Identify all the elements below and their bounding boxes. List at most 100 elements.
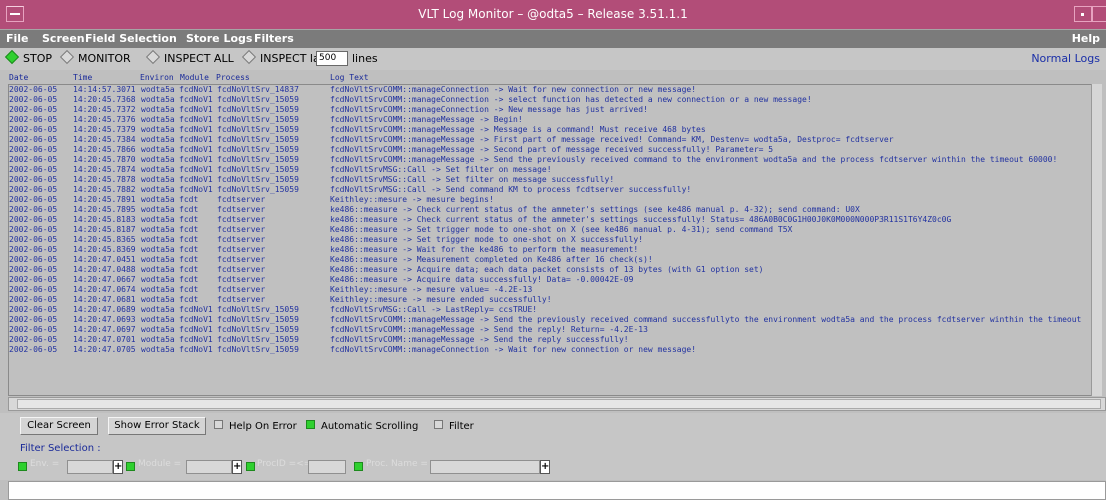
log-cell-env: wodta5a <box>141 315 175 324</box>
log-cell-text: fcdNoVltSrvMSG::Call -> Set filter on me… <box>330 175 615 184</box>
log-rows: 2002-06-05 14:14:57.3071 wodta5a fcdNoV1 fcd… <box>9 85 1097 355</box>
log-row[interactable]: 2002-06-05 14:20:47.0667 wodta5a fcdt fcdtse… <box>9 275 1097 285</box>
log-row[interactable]: 2002-06-05 14:20:45.7376 wodta5a fcdNoV1 fcd… <box>9 115 1097 125</box>
show-error-stack-button[interactable]: Show Error Stack <box>108 417 206 435</box>
log-cell-date: 2002-06-05 <box>9 85 58 94</box>
mode-monitor[interactable]: MONITOR <box>59 49 131 65</box>
log-cell-time: 14:20:45.7874 <box>73 165 136 174</box>
log-row[interactable]: 2002-06-05 14:20:47.0689 wodta5a fcdNoV1 fcd… <box>9 305 1097 315</box>
log-cell-date: 2002-06-05 <box>9 165 58 174</box>
log-cell-time: 14:20:47.0705 <box>73 345 136 354</box>
menu-field-selection[interactable]: Field Selection <box>85 32 177 45</box>
help-on-error-toggle[interactable]: Help On Error <box>214 420 297 432</box>
log-row[interactable]: 2002-06-05 14:14:57.3071 wodta5a fcdNoV1 fcd… <box>9 85 1097 95</box>
help-on-error-label: Help On Error <box>229 421 297 432</box>
log-row[interactable]: 2002-06-05 14:20:45.8365 wodta5a fcdt fcdtse… <box>9 235 1097 245</box>
log-row[interactable]: 2002-06-05 14:20:45.7891 wodta5a fcdt fcdtse… <box>9 195 1097 205</box>
log-cell-date: 2002-06-05 <box>9 105 58 114</box>
log-row[interactable]: 2002-06-05 14:20:45.7384 wodta5a fcdNoV1 fcd… <box>9 135 1097 145</box>
normal-logs-indicator: Normal Logs <box>1031 52 1100 65</box>
env-add-icon[interactable]: + <box>113 460 123 474</box>
log-cell-time: 14:20:45.7376 <box>73 115 136 124</box>
scrollbar-thumb[interactable] <box>17 399 1101 409</box>
log-list[interactable]: 2002-06-05 14:14:57.3071 wodta5a fcdNoV1 fcd… <box>8 84 1098 396</box>
module-filter-input[interactable] <box>186 460 232 474</box>
module-add-icon[interactable]: + <box>232 460 242 474</box>
log-cell-proc: fcdNoVltSrv_14837 <box>217 85 299 94</box>
env-filter-label: Env. = <box>30 459 60 469</box>
log-row[interactable]: 2002-06-05 14:20:47.0693 wodta5a fcdNoV1 fcd… <box>9 315 1097 325</box>
mode-stop[interactable]: STOP <box>4 49 52 65</box>
log-cell-time: 14:20:45.7372 <box>73 105 136 114</box>
module-filter-toggle[interactable] <box>126 462 135 471</box>
vertical-scrollbar[interactable] <box>1091 84 1102 396</box>
clear-screen-button[interactable]: Clear Screen <box>20 417 98 435</box>
log-row[interactable]: 2002-06-05 14:20:45.7882 wodta5a fcdNoV1 fcd… <box>9 185 1097 195</box>
maximize-icon[interactable] <box>1092 6 1106 22</box>
log-row[interactable]: 2002-06-05 14:20:47.0451 wodta5a fcdt fcdtse… <box>9 255 1097 265</box>
log-row[interactable]: 2002-06-05 14:20:45.8183 wodta5a fcdt fcdtse… <box>9 215 1097 225</box>
log-row[interactable]: 2002-06-05 14:20:45.7379 wodta5a fcdNoV1 fcd… <box>9 125 1097 135</box>
log-cell-text: ke486::measure -> Check current status o… <box>330 215 952 224</box>
log-cell-date: 2002-06-05 <box>9 265 58 274</box>
mode-inspect-all[interactable]: INSPECT ALL <box>145 49 234 65</box>
log-cell-env: wodta5a <box>141 285 175 294</box>
radio-icon <box>241 49 257 65</box>
log-cell-mod: fcdt <box>179 235 199 244</box>
mode-selector: STOP MONITOR INSPECT ALL INSPECT last 50… <box>0 48 1106 70</box>
log-row[interactable]: 2002-06-05 14:20:45.7866 wodta5a fcdNoV1 fcd… <box>9 145 1097 155</box>
log-row[interactable]: 2002-06-05 14:20:47.0701 wodta5a fcdNoV1 fcd… <box>9 335 1097 345</box>
control-panel: Clear Screen Show Error Stack Help On Er… <box>0 413 1106 480</box>
log-row[interactable]: 2002-06-05 14:20:47.0681 wodta5a fcdt fcdtse… <box>9 295 1097 305</box>
menu-help[interactable]: Help <box>1072 32 1100 45</box>
log-row[interactable]: 2002-06-05 14:20:45.7874 wodta5a fcdNoV1 fcd… <box>9 165 1097 175</box>
vlt-log-monitor-window: VLT Log Monitor – @odta5 – Release 3.51.… <box>0 0 1106 500</box>
log-cell-date: 2002-06-05 <box>9 335 58 344</box>
log-row[interactable]: 2002-06-05 14:20:45.7878 wodta5a fcdNoV1 fcd… <box>9 175 1097 185</box>
automatic-scrolling-toggle[interactable]: Automatic Scrolling <box>306 420 418 432</box>
procname-filter-toggle[interactable] <box>354 462 363 471</box>
log-row[interactable]: 2002-06-05 14:20:45.8369 wodta5a fcdt fcdtse… <box>9 245 1097 255</box>
log-cell-mod: fcdNoV1 <box>179 315 213 324</box>
log-cell-time: 14:20:45.7878 <box>73 175 136 184</box>
filter-toggle[interactable]: Filter <box>434 420 474 432</box>
log-row[interactable]: 2002-06-05 14:20:45.7372 wodta5a fcdNoV1 fcd… <box>9 105 1097 115</box>
log-row[interactable]: 2002-06-05 14:20:47.0488 wodta5a fcdt fcdtse… <box>9 265 1097 275</box>
menu-screen[interactable]: Screen <box>42 32 85 45</box>
log-cell-text: fcdNoVltSrvCOMM::manageMessage -> Send t… <box>330 325 648 334</box>
log-cell-date: 2002-06-05 <box>9 185 58 194</box>
log-cell-date: 2002-06-05 <box>9 235 58 244</box>
log-row[interactable]: 2002-06-05 14:20:45.7895 wodta5a fcdt fcdtse… <box>9 205 1097 215</box>
log-cell-date: 2002-06-05 <box>9 115 58 124</box>
log-row[interactable]: 2002-06-05 14:20:45.8187 wodta5a fcdt fcdtse… <box>9 225 1097 235</box>
log-cell-mod: fcdNoV1 <box>179 105 213 114</box>
procid-filter-input[interactable] <box>308 460 346 474</box>
log-row[interactable]: 2002-06-05 14:20:47.0697 wodta5a fcdNoV1 fcd… <box>9 325 1097 335</box>
log-cell-env: wodta5a <box>141 185 175 194</box>
log-cell-time: 14:20:45.7870 <box>73 155 136 164</box>
column-header-logtext: Log Text <box>330 73 369 82</box>
log-cell-mod: fcdNoV1 <box>179 335 213 344</box>
log-cell-time: 14:20:47.0681 <box>73 295 136 304</box>
minimize-icon[interactable] <box>1074 6 1092 22</box>
menu-store-logs[interactable]: Store Logs <box>186 32 252 45</box>
procid-filter-toggle[interactable] <box>246 462 255 471</box>
log-cell-text: fcdNoVltSrvCOMM::manageConnection -> sel… <box>330 95 812 104</box>
log-row[interactable]: 2002-06-05 14:20:47.0674 wodta5a fcdt fcdtse… <box>9 285 1097 295</box>
log-row[interactable]: 2002-06-05 14:20:45.7368 wodta5a fcdNoV1 fcd… <box>9 95 1097 105</box>
env-filter-input[interactable] <box>67 460 113 474</box>
lines-count-input[interactable]: 500 <box>316 51 348 66</box>
log-cell-mod: fcdNoV1 <box>179 85 213 94</box>
log-cell-text: Ke486::measure -> Acquire data; each dat… <box>330 265 764 274</box>
log-row[interactable]: 2002-06-05 14:20:45.7870 wodta5a fcdNoV1 fcd… <box>9 155 1097 165</box>
mode-stop-label: STOP <box>23 52 52 65</box>
procname-add-icon[interactable]: + <box>540 460 550 474</box>
env-filter-toggle[interactable] <box>18 462 27 471</box>
procid-filter-label: ProcID =<= <box>257 459 312 469</box>
log-cell-date: 2002-06-05 <box>9 145 58 154</box>
horizontal-scrollbar[interactable] <box>8 397 1106 411</box>
menu-filters[interactable]: Filters <box>254 32 294 45</box>
menu-file[interactable]: File <box>6 32 29 45</box>
procname-filter-input[interactable] <box>430 460 540 474</box>
log-row[interactable]: 2002-06-05 14:20:47.0705 wodta5a fcdNoV1 fcd… <box>9 345 1097 355</box>
